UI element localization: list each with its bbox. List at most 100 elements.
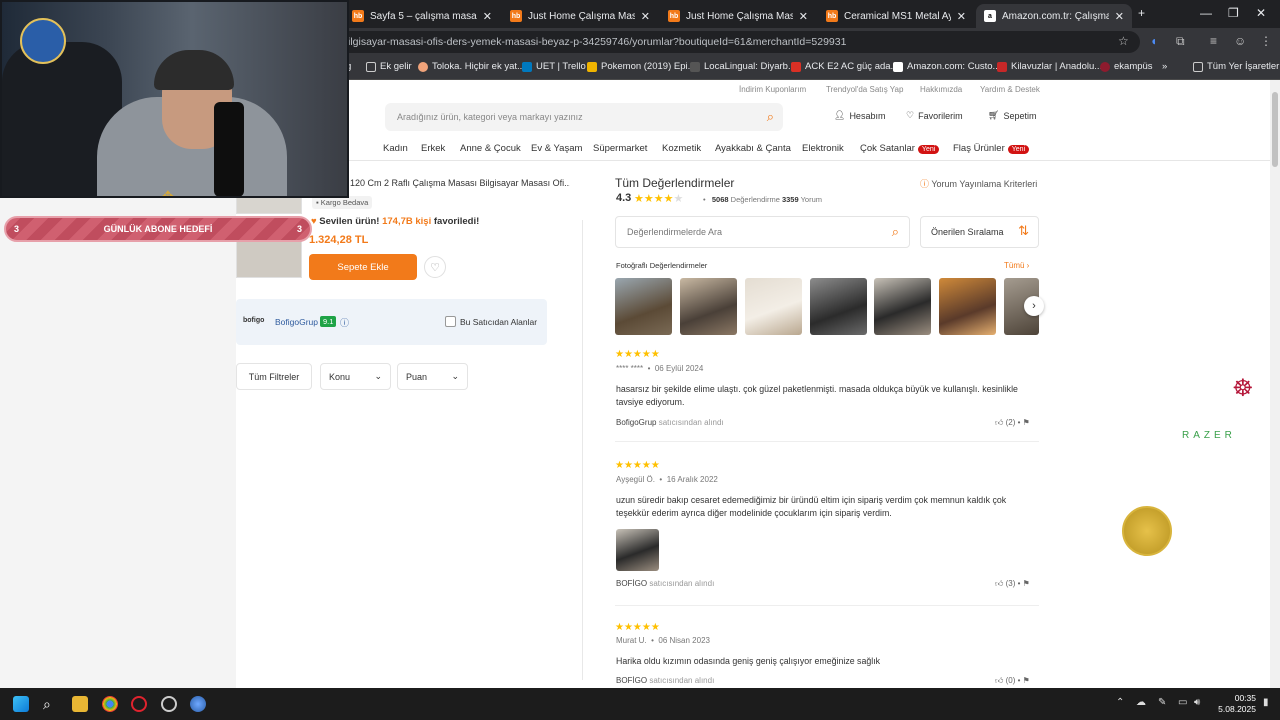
add-to-cart-button[interactable]: Sepete Ekle <box>309 254 417 280</box>
link-coupons[interactable]: İndirim Kuponlarım <box>739 85 806 94</box>
tab-close-icon[interactable]: ✕ <box>641 10 650 23</box>
review-photo[interactable] <box>745 278 802 335</box>
reading-list-icon[interactable]: ≡ <box>1210 34 1217 48</box>
file-explorer-icon[interactable] <box>72 696 88 712</box>
search-icon[interactable]: ⌕ <box>892 224 899 240</box>
bookmark-item[interactable]: UET | Trello <box>522 61 586 72</box>
bookmark-item[interactable]: LocaLingual: Diyarb... <box>690 61 796 72</box>
category-link[interactable]: Ayakkabı & Çanta <box>715 143 791 154</box>
all-filters-button[interactable]: Tüm Filtreler <box>236 363 312 390</box>
tab-close-icon[interactable]: ✕ <box>957 10 966 23</box>
seller-box: bofigo BofigoGrup 9.1 ⓘ Bu Satıcıdan Ala… <box>236 299 547 345</box>
tab-close-icon[interactable]: ✕ <box>483 10 492 23</box>
category-link[interactable]: Elektronik <box>802 143 844 154</box>
bookmark-item[interactable]: Toloka. Hiçbir ek yat... <box>418 61 525 72</box>
category-link[interactable]: Erkek <box>421 143 445 154</box>
bookmark-item[interactable]: Kilavuzlar | Anadolu... <box>997 61 1102 72</box>
browser-tab[interactable]: hb Sayfa 5 – çalışma masası - Hep ✕ <box>344 4 500 28</box>
link-sell[interactable]: Trendyol'da Satış Yap <box>826 85 903 94</box>
category-link[interactable]: Kozmetik <box>662 143 701 154</box>
review-photo[interactable] <box>680 278 737 335</box>
seller-name[interactable]: BofigoGrup <box>275 317 318 327</box>
tray-app-icon[interactable]: ☁ <box>1136 697 1146 708</box>
favorites-button[interactable]: ♡ Favorilerim <box>906 110 963 121</box>
see-all-link[interactable]: Tümü › <box>1004 261 1029 270</box>
close-window-icon[interactable]: ✕ <box>1256 6 1266 20</box>
favorite-heart-icon[interactable]: ♡ <box>424 256 446 278</box>
review-meta: Murat U. • 06 Nisan 2023 <box>616 636 710 645</box>
bookmark-item[interactable]: Ek gelir <box>366 61 412 72</box>
category-link[interactable]: Kadın <box>383 143 408 154</box>
profile-icon[interactable]: ☺ <box>1234 34 1246 48</box>
browser-tab[interactable]: hb Just Home Çalışma Masası - Ati ✕ <box>660 4 816 28</box>
extension-icon[interactable]: ◖ <box>1150 34 1157 48</box>
clock[interactable]: 00:35 5.08.2025 <box>1210 693 1256 715</box>
thumbs-up-icon: 👍︎ <box>995 418 1004 427</box>
extensions-puzzle-icon[interactable]: ⧉ <box>1176 34 1185 49</box>
sort-dropdown[interactable]: Önerilen Sıralama ⇅ <box>920 216 1039 248</box>
topic-filter-dropdown[interactable]: Konu ⌄ <box>320 363 391 390</box>
review-photo[interactable] <box>939 278 996 335</box>
bookmark-item[interactable]: Amazon.com: Custo... <box>893 61 1000 72</box>
review-attachment-photo[interactable] <box>616 529 659 571</box>
opera-icon[interactable] <box>131 696 147 712</box>
seller-filter-label[interactable]: Bu Satıcıdan Alanlar <box>460 317 537 327</box>
category-link[interactable]: Süpermarket <box>593 143 647 154</box>
bookmark-star-icon[interactable]: ☆ <box>1118 34 1129 48</box>
search-icon[interactable]: ⌕ <box>767 109 774 125</box>
all-bookmarks[interactable]: Tüm Yer İşaretleri <box>1193 61 1280 72</box>
menu-icon[interactable]: ⋮ <box>1260 34 1272 48</box>
category-link[interactable]: Ev & Yaşam <box>531 143 582 154</box>
tray-pen-icon[interactable]: ✎ <box>1158 697 1166 708</box>
product-title[interactable]: 120 Cm 2 Raflı Çalışma Masası Bilgisayar… <box>350 178 570 188</box>
report-flag-icon[interactable]: ⚑ <box>1023 418 1030 427</box>
review-photo[interactable] <box>615 278 672 335</box>
reviews-search-input[interactable]: Değerlendirmelerde Ara ⌕ <box>615 216 910 248</box>
new-tab-icon[interactable]: + <box>1138 6 1145 20</box>
category-link[interactable]: Çok Satanlar Yeni <box>860 143 940 154</box>
bookmark-item[interactable]: ekampüs <box>1100 61 1153 72</box>
page-scrollbar[interactable] <box>1270 80 1280 688</box>
browser-tab[interactable]: hb Ceramical MS1 Metal Ayaklı Ça ✕ <box>818 4 974 28</box>
review-like-button[interactable]: 👍︎ (3) • ⚑ <box>995 579 1030 589</box>
bookmarks-overflow[interactable]: » <box>1162 61 1167 72</box>
category-link[interactable]: Flaş Ürünler Yeni <box>953 143 1030 154</box>
rating-stars-icon: ★★★★★ <box>634 193 684 205</box>
site-search-input[interactable]: Aradığınız ürün, kategori veya markayı y… <box>385 103 783 131</box>
bookmark-item[interactable]: Pokemon (2019) Epi... <box>587 61 696 72</box>
browser-tab[interactable]: hb Just Home Çalışma Masası - Be ✕ <box>502 4 658 28</box>
category-link[interactable]: Anne & Çocuk <box>460 143 521 154</box>
review-like-button[interactable]: 👍︎ (2) • ⚑ <box>995 418 1030 428</box>
search-icon[interactable]: ⌕ <box>43 696 59 712</box>
tab-close-icon[interactable]: ✕ <box>799 10 808 23</box>
app-icon[interactable] <box>190 696 206 712</box>
seller-filter-checkbox[interactable] <box>445 316 456 327</box>
link-help[interactable]: Yardım & Destek <box>980 85 1040 94</box>
tray-overflow-icon[interactable]: ⌃ <box>1116 697 1124 708</box>
network-icon[interactable]: ▭ <box>1178 697 1187 708</box>
cart-button[interactable]: 🛒︎ Sepetim <box>988 110 1036 121</box>
criteria-link[interactable]: ⓘ Yorum Yayınlama Kriterleri <box>920 177 1037 190</box>
info-icon[interactable]: ⓘ <box>340 316 349 329</box>
report-flag-icon[interactable]: ⚑ <box>1023 579 1030 588</box>
url-field[interactable]: ilgisayar-masasi-ofis-ders-yemek-masasi-… <box>300 31 1140 53</box>
notifications-icon[interactable]: ▮ <box>1263 697 1269 708</box>
volume-icon[interactable]: 🔊︎ <box>1194 697 1200 708</box>
restore-icon[interactable]: ❐ <box>1228 6 1239 20</box>
tab-close-icon[interactable]: ✕ <box>1115 10 1124 23</box>
review-photo[interactable] <box>874 278 931 335</box>
account-button[interactable]: 👤︎ Hesabım <box>834 110 885 121</box>
steam-icon[interactable] <box>161 696 177 712</box>
report-flag-icon[interactable]: ⚑ <box>1023 676 1030 685</box>
browser-tab-active[interactable]: a Amazon.com.tr: Çalışma Masası ✕ <box>976 4 1132 28</box>
start-icon[interactable] <box>13 696 29 712</box>
carousel-next-icon[interactable]: › <box>1024 296 1044 316</box>
link-about[interactable]: Hakkımızda <box>920 85 962 94</box>
review-photo[interactable] <box>810 278 867 335</box>
scrollbar-thumb[interactable] <box>1272 92 1278 167</box>
bookmark-item[interactable]: ACK E2 AC güç ada... <box>791 61 898 72</box>
minimize-icon[interactable]: — <box>1200 6 1212 20</box>
chrome-icon[interactable] <box>102 696 118 712</box>
rating-filter-dropdown[interactable]: Puan ⌄ <box>397 363 468 390</box>
review-like-button[interactable]: 👍︎ (0) • ⚑ <box>995 676 1030 686</box>
